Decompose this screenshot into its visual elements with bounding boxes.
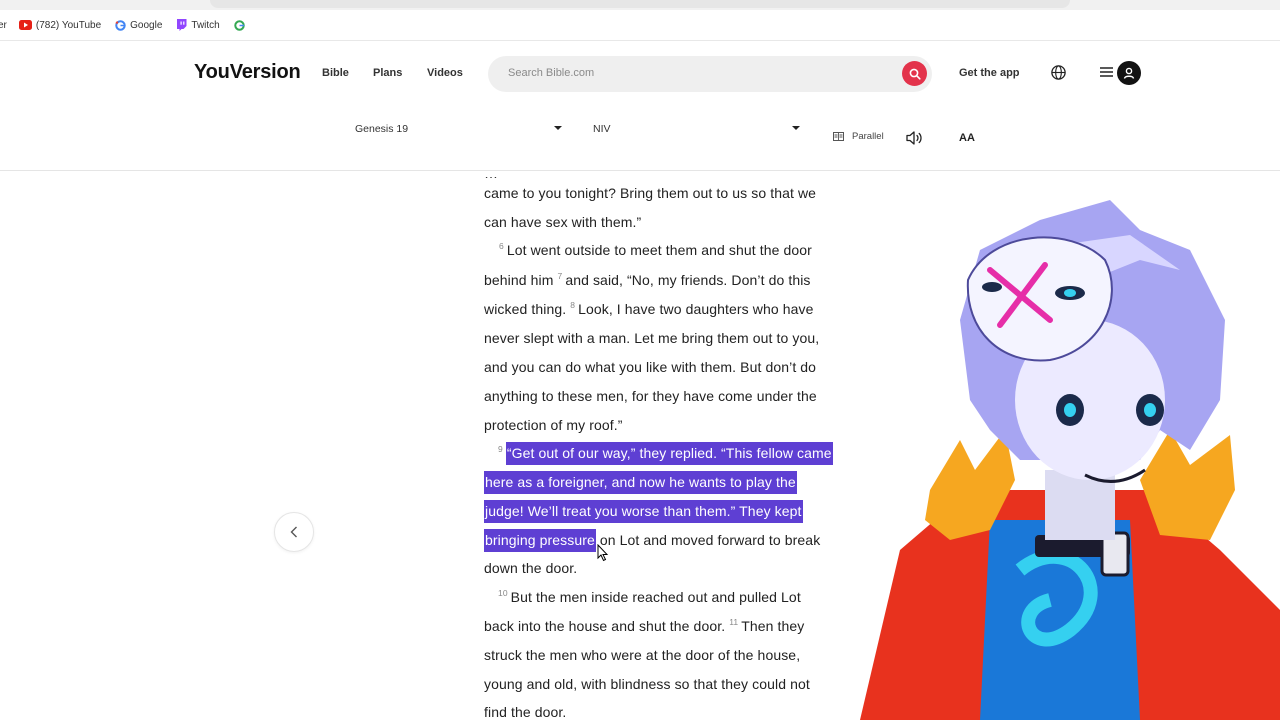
text-line: came to you tonight? Bring them out to u… — [484, 185, 817, 201]
text-line: anything to these men, for they have com… — [484, 388, 817, 404]
verse-6: 6 Lot went outside to meet them and shut … — [499, 236, 812, 265]
bookmark-google[interactable]: Google — [115, 20, 162, 31]
highlighted-text[interactable]: bringing pressure — [484, 529, 596, 552]
book-chapter-select[interactable]: Genesis 19 — [355, 123, 563, 135]
text-line: behind him 7 and said, “No, my friends. D… — [484, 266, 811, 295]
reader-toolbar: Genesis 19 NIV Parallel AA — [0, 110, 1280, 171]
text-line: protection of my roof.” — [484, 417, 623, 433]
text-line: Lot went outside to meet them and shut t… — [506, 242, 812, 258]
text-fragment: wicked thing. — [484, 301, 571, 317]
highlighted-text[interactable]: judge! We’ll treat you worse than them.”… — [484, 500, 803, 523]
youtube-icon — [18, 20, 32, 30]
user-avatar[interactable] — [1117, 61, 1141, 85]
verse-number: 9 — [498, 444, 503, 454]
google-icon — [115, 19, 126, 31]
search-bar — [488, 56, 932, 92]
address-bar[interactable] — [210, 0, 1070, 8]
audio-button[interactable] — [899, 123, 929, 153]
verse-number: 8 — [570, 300, 576, 310]
search-button[interactable] — [902, 61, 927, 86]
get-the-app-link[interactable]: Get the app — [959, 67, 1020, 79]
text-line: and you can do what you like with them. … — [484, 359, 817, 375]
parallel-label: Parallel — [852, 131, 884, 142]
nav-videos[interactable]: Videos — [427, 67, 463, 79]
book-chapter-label: Genesis 19 — [355, 123, 409, 135]
caret-down-icon — [792, 126, 800, 130]
google-icon — [234, 19, 245, 31]
bookmark-youtube[interactable]: (782) YouTube — [18, 19, 102, 31]
caret-down-icon — [554, 126, 562, 130]
font-size-button[interactable]: AA — [952, 123, 982, 153]
text-line: never slept with a man. Let me bring the… — [484, 330, 820, 346]
nav-bible[interactable]: Bible — [322, 67, 349, 79]
youversion-logo[interactable]: YouVersion — [194, 61, 301, 84]
text-fragment: and said, “No, my friends. Don’t do this — [565, 272, 811, 288]
chevron-left-icon — [290, 526, 297, 538]
version-select[interactable]: NIV — [593, 123, 801, 135]
twitch-icon — [177, 19, 187, 31]
text-line: back into the house and shut the door. 1… — [484, 612, 804, 641]
text-fragment: on Lot and moved forward to break — [595, 532, 821, 548]
text-line: wicked thing. 8 Look, I have two daughter… — [484, 295, 814, 324]
text-line: young and old, with blindness so that th… — [484, 676, 810, 692]
text-line: But the men inside reached out and pulle… — [510, 589, 801, 605]
mouse-cursor-icon — [597, 544, 609, 562]
bookmark-truncated[interactable]: er — [0, 20, 7, 31]
bookmark-label: (782) YouTube — [35, 19, 102, 31]
previous-chapter-button[interactable] — [274, 512, 314, 552]
text-line: find the door. — [484, 704, 567, 720]
verse-9: 9 “Get out of our way,” they replied. “Th… — [498, 439, 833, 468]
search-input[interactable] — [506, 66, 890, 80]
text-fragment: behind him — [484, 272, 558, 288]
bookmark-twitch[interactable]: Twitch — [176, 19, 220, 31]
text-line: can have sex with them.” — [484, 214, 642, 230]
vtuber-avatar-overlay — [860, 200, 1280, 720]
speaker-icon — [905, 131, 922, 145]
verse-number: 11 — [729, 617, 739, 627]
highlighted-text[interactable]: here as a foreigner, and now he wants to… — [484, 471, 797, 494]
search-icon — [909, 68, 921, 80]
text-line: here as a foreigner, and now he wants to… — [484, 468, 797, 497]
nav-plans[interactable]: Plans — [373, 67, 402, 79]
text-line: judge! We’ll treat you worse than them.”… — [484, 497, 803, 526]
site-header: YouVersion Bible Plans Videos Get the ap… — [0, 41, 1280, 105]
user-icon — [1123, 67, 1135, 79]
text-fragment: back into the house and shut the door. — [484, 618, 730, 634]
text-line: down the door. — [484, 560, 578, 576]
verse-number: 10 — [498, 588, 508, 598]
verse-number: 6 — [499, 241, 504, 251]
text-line: struck the men who were at the door of t… — [484, 647, 801, 663]
parallel-icon — [833, 132, 844, 141]
bookmark-label: Twitch — [191, 19, 220, 31]
text-line: bringing pressure on Lot and moved forwa… — [484, 526, 820, 555]
hamburger-menu-icon[interactable] — [1100, 65, 1113, 79]
browser-tab-strip — [0, 0, 1280, 10]
bookmark-google-2[interactable] — [234, 19, 249, 31]
verse-10: 10 But the men inside reached out and pul… — [498, 583, 801, 612]
version-label: NIV — [593, 123, 611, 135]
verse-number: 7 — [557, 271, 563, 281]
highlighted-text[interactable]: “Get out of our way,” they replied. “Thi… — [505, 442, 833, 465]
text-fragment: Look, I have two daughters who have — [578, 301, 814, 317]
bookmark-label: Google — [130, 19, 163, 31]
bookmarks-bar: er (782) YouTube Google Twitch — [0, 10, 1280, 41]
globe-icon[interactable] — [1050, 64, 1067, 81]
text-fragment: Then they — [741, 618, 805, 634]
parallel-toggle[interactable]: Parallel — [833, 131, 884, 142]
